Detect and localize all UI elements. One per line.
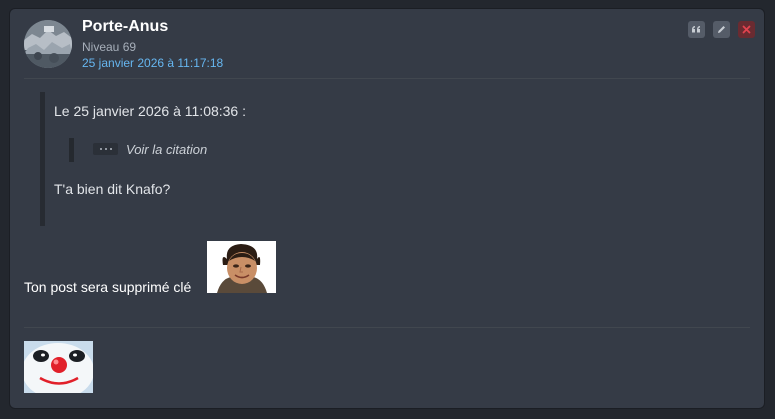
nested-quote-bar bbox=[69, 138, 74, 162]
header-divider bbox=[24, 78, 750, 79]
snowman-picture bbox=[24, 341, 93, 393]
forum-post-card: Porte-Anus Niveau 69 25 janvier 2026 à 1… bbox=[9, 8, 765, 409]
sticker-face-picture bbox=[207, 241, 276, 293]
signature-snowman-image bbox=[24, 341, 93, 393]
pencil-icon bbox=[718, 26, 725, 33]
author-name[interactable]: Porte-Anus bbox=[82, 18, 168, 36]
ellipsis-dot bbox=[109, 148, 112, 150]
avatar-image bbox=[24, 20, 72, 68]
close-icon bbox=[742, 25, 751, 34]
ellipsis-dot bbox=[99, 148, 102, 150]
sticker-face-image bbox=[207, 241, 276, 293]
signature-divider bbox=[24, 327, 750, 328]
post-date-link[interactable]: 25 janvier 2026 à 11:17:18 bbox=[82, 56, 223, 70]
show-quote-link[interactable]: Voir la citation bbox=[126, 142, 207, 157]
edit-button[interactable] bbox=[713, 21, 730, 38]
avatar[interactable] bbox=[24, 20, 72, 68]
quote-button[interactable] bbox=[688, 21, 705, 38]
delete-button[interactable] bbox=[738, 21, 755, 38]
ellipsis-dot bbox=[104, 148, 107, 150]
quote-header: Le 25 janvier 2026 à 11:08:36 : bbox=[54, 103, 247, 119]
quote-bar bbox=[40, 92, 45, 226]
post-message: Ton post sera supprimé clé bbox=[24, 279, 192, 295]
author-level: Niveau 69 bbox=[82, 40, 137, 54]
quote-icon bbox=[692, 26, 700, 33]
post-actions bbox=[688, 21, 755, 38]
quote-text: T'a bien dit Knafo? bbox=[54, 181, 171, 197]
expand-quote-button[interactable] bbox=[93, 143, 118, 155]
